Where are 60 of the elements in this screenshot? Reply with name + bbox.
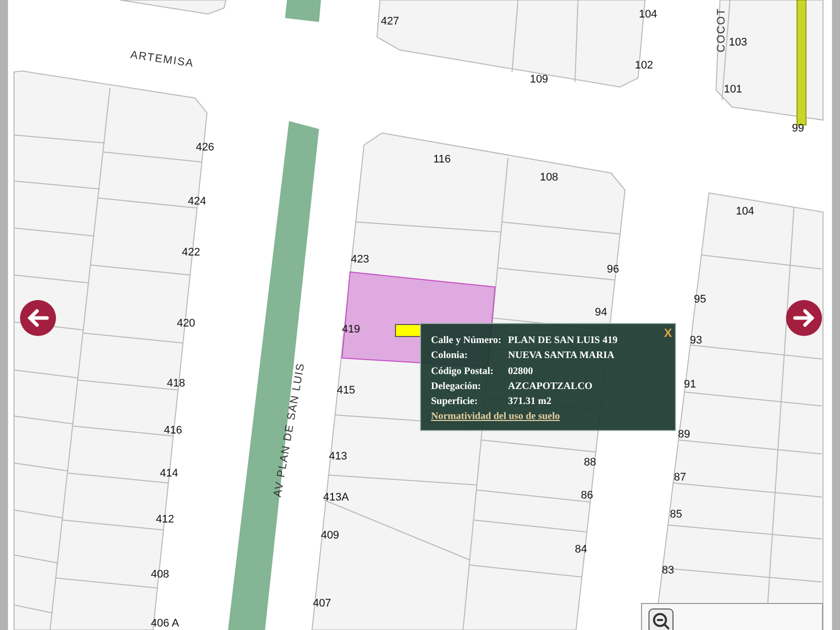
lot-number: 427 [380, 16, 400, 28]
location-marker-icon [395, 324, 421, 337]
street-name: AV PLAN DE SAN LUIS [272, 362, 308, 498]
lot-number: 94 [594, 308, 608, 318]
lot-number: 85 [670, 510, 682, 520]
arrow-right-icon[interactable] [786, 300, 822, 336]
field-value: NUEVA SANTA MARIA [508, 350, 614, 362]
lot-number: 86 [580, 490, 594, 502]
lot-number: 83 [662, 566, 674, 576]
lot-number: 93 [690, 336, 702, 346]
lot-number: 418 [166, 378, 186, 390]
overview-map[interactable] [641, 603, 823, 630]
close-button[interactable]: X [664, 326, 672, 340]
median-strip [285, 0, 321, 22]
lot-number: 412 [156, 514, 174, 526]
lot-number: 91 [684, 380, 696, 390]
lot-number: 103 [728, 38, 748, 48]
lot-number: 424 [188, 196, 206, 208]
lot-number: 415 [336, 386, 356, 396]
lot-number: 414 [160, 468, 178, 480]
lot-number: 407 [312, 598, 332, 610]
lot-number: 104 [638, 10, 658, 20]
lot-number: 422 [182, 248, 200, 258]
lot-number: 99 [792, 124, 804, 134]
lot-number: 419 [342, 324, 360, 336]
lot-number: 87 [674, 472, 686, 484]
lot-number: 89 [678, 430, 690, 440]
field-label: Código Postal: [431, 366, 494, 377]
lot-number: 96 [606, 264, 620, 276]
lot-number: 413A [323, 492, 349, 504]
lot-number: 84 [574, 544, 588, 556]
lot-number: 426 [196, 142, 214, 154]
lot-number: 408 [150, 570, 170, 580]
street-name: ARTEMISA [130, 50, 194, 70]
lot-number: 102 [634, 60, 654, 72]
field-label: Superficie: [431, 396, 479, 408]
lot-number: 104 [736, 206, 754, 218]
land-use-link[interactable]: Normatividad del uso de suelo [431, 411, 560, 422]
lot-number: 95 [694, 294, 706, 306]
lot-number: 406 A [150, 618, 180, 630]
field-label: Calle y Número: [431, 335, 502, 346]
arrow-left-icon[interactable] [20, 300, 56, 336]
lot-number: 416 [164, 426, 182, 436]
street-name: COCOT [716, 8, 728, 52]
field-label: Delegación: [431, 381, 482, 392]
field-label: Colonia: [431, 350, 469, 362]
lot-number: 420 [176, 318, 196, 330]
lot-number: 423 [350, 254, 370, 266]
lot-number: 413 [328, 452, 348, 462]
field-value: AZCAPOTZALCO [508, 381, 592, 392]
lot-number: 109 [530, 74, 548, 86]
lot-number: 88 [584, 458, 596, 468]
lot-number: 101 [724, 84, 742, 96]
lot-number: 409 [320, 530, 340, 542]
lot-number: 108 [540, 172, 558, 184]
field-value: 371.31 m2 [508, 396, 552, 408]
lot-number: 116 [433, 154, 451, 166]
field-value: PLAN DE SAN LUIS 419 [508, 335, 618, 346]
field-value: 02800 [508, 366, 533, 377]
zoom-out-icon[interactable] [648, 608, 674, 630]
